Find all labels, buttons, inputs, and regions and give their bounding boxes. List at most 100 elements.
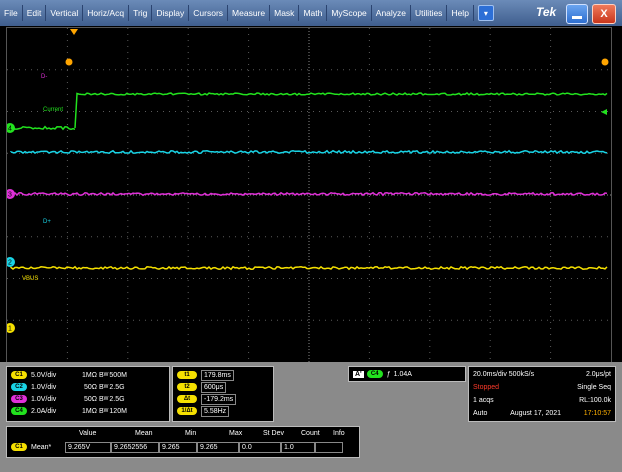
inverse-delta-t-value: 5.58Hz [201,406,229,417]
meas-stdev: 0.0 [239,442,281,453]
close-button[interactable]: X [592,4,616,24]
menu-utilities[interactable]: Utilities [411,5,447,21]
menu-math[interactable]: Math [299,5,327,21]
menu-measure[interactable]: Measure [228,5,270,21]
rising-edge-icon: ƒ [387,371,391,378]
trigger-channel: C4 [367,370,383,378]
ch1-bandwidth: 500M [109,372,127,379]
col-stdev: St Dev [263,430,284,437]
t2-value: 600μs [201,382,226,393]
menu-mask[interactable]: Mask [270,5,299,21]
trace-current-low [11,127,75,130]
trace-current-high [77,93,607,95]
ch1-badge: C1 [11,371,27,379]
menu-analyze[interactable]: Analyze [372,5,411,21]
menu-myscope[interactable]: MyScope [327,5,371,21]
ch4-impedance: 1MΩ [73,408,97,415]
meas-info [315,442,343,453]
ch2-badge: C2 [11,383,27,391]
ch3-bandwidth: 2.5G [109,396,124,403]
ch3-marker-label: 3 [8,192,12,199]
meas-mean: 9.2652556 [111,442,159,453]
acq-mode: Single Seq [577,384,611,391]
bw-subscript: W [104,396,109,402]
inverse-delta-t-badge: 1/Δt [177,407,197,415]
minimize-button[interactable] [566,4,588,24]
trace-vbus [11,267,607,269]
bw-subscript: W [104,372,109,378]
menu-edit[interactable]: Edit [23,5,47,21]
trace-d-plus [11,193,607,195]
trace-current-edge [75,94,77,128]
ch3-impedance: 50Ω [73,396,97,403]
ch4-marker-label: 4 [8,126,12,133]
meas-count: 1.0 [281,442,315,453]
ch2-bandwidth: 2.5G [109,384,124,391]
col-max: Max [229,430,242,437]
record-length: RL:100.0k [579,397,611,404]
ch4-scale: 2.0A/div [31,408,73,415]
col-value: Value [79,430,96,437]
col-info: Info [333,430,345,437]
time: 17:10:57 [584,410,611,417]
menu-horiz-acq[interactable]: Horiz/Acq [83,5,129,21]
label-current: Current [43,107,63,113]
col-count: Count [301,430,320,437]
waveform-traces: 4 3 2 1 [7,28,611,362]
label-d-minus: D- [41,74,47,80]
ch2-scale: 1.0V/div [31,384,73,391]
label-vbus: VBUS [22,276,38,282]
ch2-marker-label: 2 [8,260,12,267]
trigger-level: 1.04A [394,371,412,378]
cursor-readouts[interactable]: t1 179.8ms t2 600μs Δt -179.2ms 1/Δt 5.58Hz [172,366,274,422]
bw-subscript: W [104,384,109,390]
menu-help[interactable]: Help [447,5,473,21]
waveform-display[interactable]: 4 3 2 1 D- Current D+ VBUS [6,27,612,363]
col-mean: Mean [135,430,153,437]
dropdown-arrow-icon[interactable]: ▾ [478,5,494,21]
brand-logo: Tek [536,5,556,19]
menu-display[interactable]: Display [152,5,189,21]
trigger-mode: A' [353,371,364,378]
trigger-level-arrow-icon [601,109,607,115]
ch2-impedance: 50Ω [73,384,97,391]
menu-vertical[interactable]: Vertical [46,5,83,21]
meas-value: 9.265V [65,442,111,453]
trigger-marker-right [602,59,609,66]
menu-trig[interactable]: Trig [129,5,152,21]
timebase: 20.0ms/div 500kS/s [473,371,534,378]
sample-interval: 2.0μs/pt [586,371,611,378]
vertical-settings[interactable]: C1 5.0V/div 1MΩ B W 500M C2 1.0V/div 50Ω B… [6,366,170,422]
acq-state: Stopped [473,384,499,391]
acq-count: 1 acqs [473,397,494,404]
menu-bar: File Edit Vertical Horiz/Acq Trig Displa… [0,0,622,26]
trigger-marker-left [66,59,73,66]
status-panel: C1 5.0V/div 1MΩ B W 500M C2 1.0V/div 50Ω B… [0,362,622,472]
t1-badge: t1 [177,371,197,379]
delta-t-badge: Δt [177,395,197,403]
meas-max: 9.265 [197,442,239,453]
meas-min: 9.265 [159,442,197,453]
label-d-plus: D+ [43,219,51,225]
measurement-table[interactable]: Value Mean Min Max St Dev Count Info C1 … [6,426,360,458]
meas-channel: C1 [11,443,27,451]
t2-badge: t2 [177,383,197,391]
trigger-readout[interactable]: A' C4 ƒ 1.04A [348,366,466,382]
bw-subscript: W [104,408,109,414]
ch4-badge: C4 [11,407,27,415]
acquisition-readout[interactable]: 20.0ms/div 500kS/s 2.0μs/pt Stopped Sing… [468,366,616,422]
t1-value: 179.8ms [201,370,234,381]
meas-name: Mean* [31,444,65,451]
ch1-marker-label: 1 [8,326,12,333]
delta-t-value: -179.2ms [201,394,236,405]
trigger-position-icon [70,29,78,35]
ch3-badge: C3 [11,395,27,403]
menu-file[interactable]: File [0,5,23,21]
measurement-row[interactable]: C1 Mean* 9.265V 9.2652556 9.265 9.265 0.… [11,442,343,452]
ch1-scale: 5.0V/div [31,372,73,379]
ch1-impedance: 1MΩ [73,372,97,379]
date: August 17, 2021 [510,410,561,417]
menu-cursors[interactable]: Cursors [189,5,228,21]
ch3-scale: 1.0V/div [31,396,73,403]
col-min: Min [185,430,196,437]
